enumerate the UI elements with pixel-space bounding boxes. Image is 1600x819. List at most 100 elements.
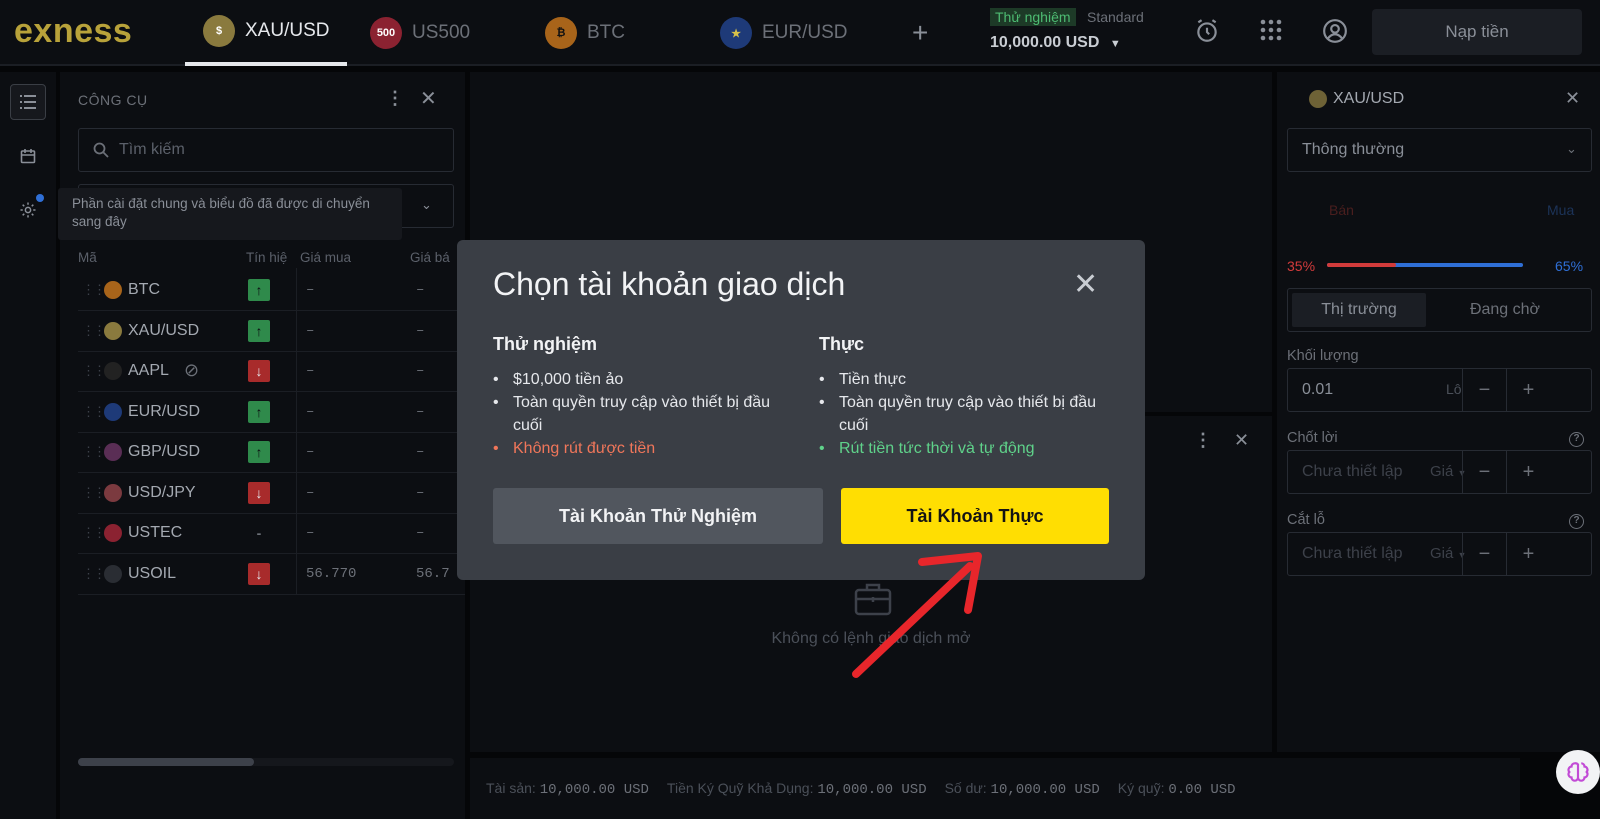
close-icon[interactable]: ✕: [1565, 88, 1580, 109]
table-row[interactable]: ⋮⋮ USD/JPY ↓ – –: [78, 473, 465, 514]
horizontal-scrollbar[interactable]: [78, 758, 454, 766]
close-icon[interactable]: ✕: [420, 86, 437, 111]
demo-features-list: $10,000 tiền ảo Toàn quyền truy cập vào …: [493, 368, 783, 460]
instruments-list-icon[interactable]: [10, 84, 46, 120]
free-margin-value: 10,000.00 USD: [817, 781, 927, 798]
real-heading: Thực: [819, 334, 865, 354]
price-type-select[interactable]: Giá ▼: [1430, 545, 1466, 562]
real-account-button[interactable]: Tài Khoản Thực: [841, 488, 1109, 544]
left-rail: [0, 72, 56, 819]
close-icon[interactable]: ✕: [1234, 430, 1249, 451]
signal-indicator[interactable]: -: [248, 522, 270, 544]
account-balance[interactable]: 10,000.00 USD ▼: [990, 34, 1121, 52]
stop-loss-input[interactable]: Chưa thiết lập Giá ▼ − +: [1287, 532, 1592, 576]
add-tab-button[interactable]: +: [912, 0, 928, 66]
table-row[interactable]: ⋮⋮ BTC ↑ – –: [78, 270, 465, 311]
gold-flag-icon: $: [203, 15, 235, 47]
eu-flag-icon: ★: [720, 17, 752, 49]
column-header-bid: Giá mua: [300, 250, 352, 265]
table-row[interactable]: ⋮⋮ AAPL ↓ – – ⊘: [78, 351, 465, 392]
price-type-select[interactable]: Giá ▼: [1430, 463, 1466, 480]
apps-grid-icon[interactable]: [1256, 18, 1286, 48]
assistant-brain-icon[interactable]: [1556, 750, 1600, 794]
take-profit-increment-button[interactable]: +: [1506, 450, 1550, 494]
help-icon[interactable]: ?: [1569, 432, 1584, 447]
table-row[interactable]: ⋮⋮ EUR/USD ↑ – –: [78, 392, 465, 433]
take-profit-input[interactable]: Chưa thiết lập Giá ▼ − +: [1287, 450, 1592, 494]
table-row[interactable]: ⋮⋮ XAU/USD ↑ – –: [78, 311, 465, 352]
instrument-symbol: AAPL: [128, 362, 169, 379]
calendar-icon[interactable]: [10, 138, 46, 174]
ask-price: –: [416, 363, 425, 379]
signal-indicator[interactable]: ↓: [248, 360, 270, 382]
market-closed-icon: ⊘: [184, 360, 200, 380]
help-icon[interactable]: ?: [1569, 514, 1584, 529]
dialog-close-icon[interactable]: ✕: [1073, 270, 1098, 300]
ask-price: –: [416, 322, 425, 339]
user-profile-icon[interactable]: [1320, 18, 1350, 48]
drag-handle-icon[interactable]: ⋮⋮: [82, 566, 106, 582]
drag-handle-icon[interactable]: ⋮⋮: [82, 485, 106, 501]
scrollbar-thumb[interactable]: [78, 758, 254, 766]
tab-btc[interactable]: ₿ BTC: [545, 0, 625, 66]
account-mode-badge: Thử nghiệm: [990, 8, 1076, 26]
signal-indicator[interactable]: ↓: [248, 562, 270, 585]
sentiment-sell-fill: [1327, 263, 1396, 267]
oil-drop-icon: [104, 564, 122, 583]
drag-handle-icon[interactable]: ⋮⋮: [82, 282, 106, 298]
ask-price: –: [416, 403, 425, 420]
exness-logo[interactable]: exness: [14, 12, 132, 51]
order-mode-select[interactable]: Thông thường ⌄: [1287, 128, 1592, 172]
drag-handle-icon[interactable]: ⋮⋮: [82, 323, 106, 339]
buy-percent: 65%: [1555, 258, 1584, 274]
volume-increment-button[interactable]: +: [1506, 368, 1550, 412]
bid-price: –: [306, 322, 315, 339]
volume-input[interactable]: 0.01 Lô − +: [1287, 368, 1592, 412]
balance-value: 10,000.00 USD: [990, 781, 1100, 798]
ask-price: –: [416, 525, 425, 541]
table-row[interactable]: ⋮⋮ GBP/USD ↑ – –: [78, 432, 465, 473]
signal-indicator[interactable]: ↑: [248, 400, 270, 423]
bid-price: –: [306, 525, 315, 541]
uk-flag-icon: [104, 443, 122, 461]
margin-label: Ký quỹ:: [1117, 779, 1165, 796]
instrument-symbol: GBP/USD: [128, 443, 201, 460]
tab-label: EUR/USD: [762, 22, 848, 43]
volume-decrement-button[interactable]: −: [1462, 368, 1506, 412]
list-item: Rút tiền tức thời và tự động: [819, 437, 1109, 460]
instrument-symbol: BTC: [128, 281, 160, 298]
drag-handle-icon[interactable]: ⋮⋮: [82, 444, 106, 460]
demo-account-button[interactable]: Tài Khoản Thử Nghiệm: [493, 488, 823, 544]
tab-market[interactable]: Thị trường: [1292, 293, 1426, 327]
deposit-button[interactable]: Nạp tiền: [1372, 9, 1582, 55]
take-profit-decrement-button[interactable]: −: [1462, 450, 1506, 494]
tab-label: US500: [412, 22, 471, 43]
signal-indicator[interactable]: ↑: [248, 279, 270, 301]
account-selection-dialog: Chọn tài khoản giao dịch ✕ Thử nghiệm $1…: [457, 240, 1145, 580]
tab-xauusd[interactable]: $ XAU/USD: [185, 0, 347, 66]
signal-indicator[interactable]: ↑: [248, 319, 270, 342]
table-row[interactable]: ⋮⋮ USOIL ↓ 56.770 56.7: [78, 554, 465, 595]
tab-pending[interactable]: Đang chờ: [1438, 293, 1572, 327]
drag-handle-icon[interactable]: ⋮⋮: [82, 404, 106, 420]
drag-handle-icon[interactable]: ⋮⋮: [82, 525, 106, 541]
buy-label[interactable]: Mua: [1547, 202, 1574, 218]
table-row[interactable]: ⋮⋮ USTEC - – –: [78, 513, 465, 554]
more-options-icon[interactable]: ⋮: [1194, 430, 1212, 451]
stop-loss-decrement-button[interactable]: −: [1462, 532, 1506, 576]
alarm-clock-icon[interactable]: [1192, 18, 1222, 48]
list-item: Tiền thực: [819, 368, 1109, 391]
signal-indicator[interactable]: ↓: [248, 481, 270, 504]
gold-flag-icon: [1309, 90, 1327, 108]
ask-price: –: [416, 484, 425, 501]
drag-handle-icon[interactable]: ⋮⋮: [82, 363, 106, 379]
tab-eurusd[interactable]: ★ EUR/USD: [720, 0, 848, 66]
take-profit-placeholder: Chưa thiết lập: [1302, 463, 1403, 480]
stop-loss-increment-button[interactable]: +: [1506, 532, 1550, 576]
list-item: $10,000 tiền ảo: [493, 368, 783, 391]
more-options-icon[interactable]: ⋮: [386, 88, 404, 109]
sell-label[interactable]: Bán: [1329, 202, 1354, 218]
search-input[interactable]: Tìm kiếm: [78, 128, 454, 172]
tab-us500[interactable]: 500 US500: [370, 0, 470, 66]
signal-indicator[interactable]: ↑: [248, 441, 270, 463]
